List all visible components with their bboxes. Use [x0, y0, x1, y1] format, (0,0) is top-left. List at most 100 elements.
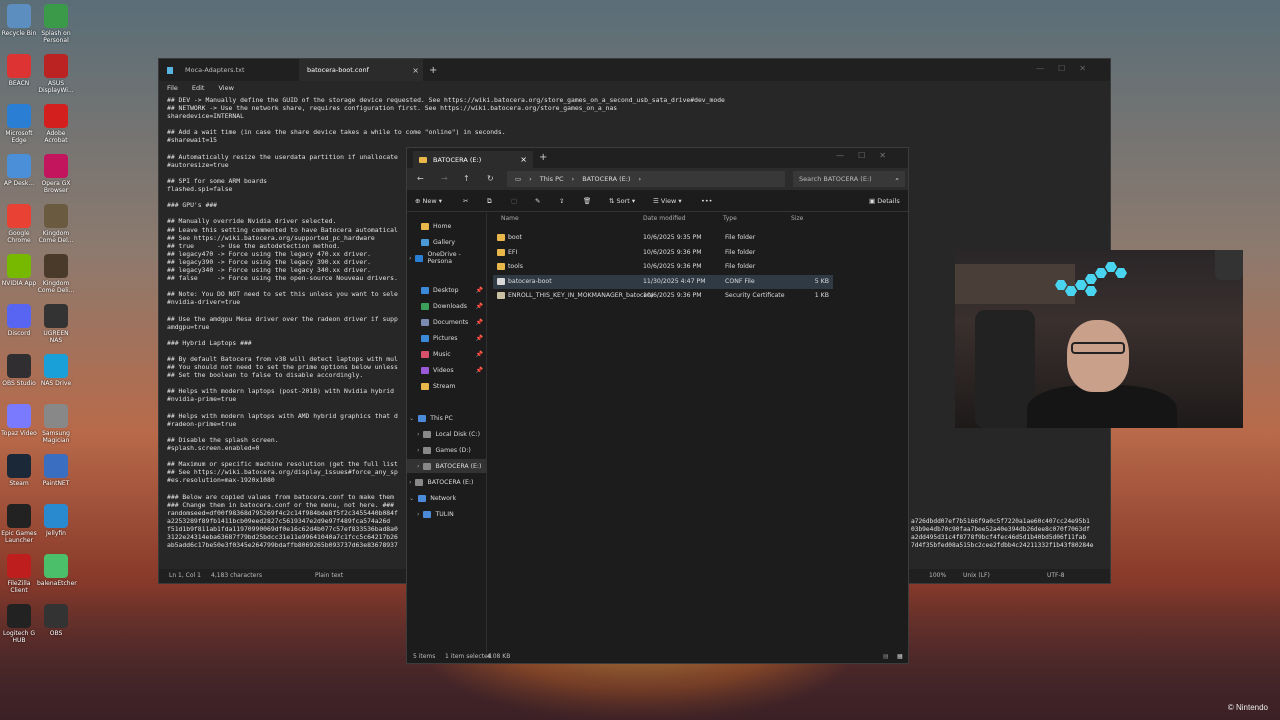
- nav-item[interactable]: Pictures 📌: [407, 331, 487, 345]
- desktop-icon[interactable]: PaintNET: [37, 454, 75, 487]
- new-tab-button[interactable]: +: [423, 65, 443, 76]
- nav-item[interactable]: Stream: [407, 379, 487, 393]
- desktop-icon[interactable]: Google Chrome: [0, 204, 38, 244]
- desktop-icon[interactable]: Logitech G HUB: [0, 604, 38, 644]
- column-header-date[interactable]: Date modified: [643, 215, 686, 227]
- nav-item[interactable]: › TULIN: [407, 507, 487, 521]
- rename-icon[interactable]: ✎: [535, 197, 540, 205]
- nav-item[interactable]: Music 📌: [407, 347, 487, 361]
- window-controls[interactable]: —☐✕: [1036, 64, 1100, 73]
- back-arrow-icon[interactable]: ←: [417, 174, 424, 183]
- nav-item[interactable]: › BATOCERA (E:): [407, 459, 487, 473]
- nav-item[interactable]: › BATOCERA (E:): [407, 475, 487, 489]
- chevron-down-icon[interactable]: ⌄: [409, 415, 414, 422]
- tab-moca-adapters[interactable]: Moca-Adapters.txt: [159, 59, 299, 81]
- refresh-icon[interactable]: ↻: [487, 174, 494, 183]
- share-icon[interactable]: ⇪: [559, 197, 564, 205]
- breadcrumb-drive[interactable]: BATOCERA (E:): [582, 175, 630, 183]
- desktop-icon[interactable]: Jellyfin: [37, 504, 75, 537]
- desktop-icon[interactable]: Recycle Bin: [0, 4, 38, 37]
- desktop-icon[interactable]: Samsung Magician: [37, 404, 75, 444]
- chevron-right-icon: ›: [571, 175, 575, 183]
- chevron-right-icon[interactable]: ›: [409, 479, 411, 486]
- file-row[interactable]: tools 10/6/2025 9:36 PM File folder: [493, 260, 833, 274]
- close-tab-icon[interactable]: ×: [412, 66, 419, 75]
- nav-item[interactable]: › Games (D:): [407, 443, 487, 457]
- file-row[interactable]: boot 10/6/2025 9:35 PM File folder: [493, 231, 833, 245]
- desktop-icon[interactable]: balenaEtcher: [37, 554, 77, 587]
- desktop-icon[interactable]: Splash on Personal: [37, 4, 75, 44]
- nav-item[interactable]: ⌄ This PC: [407, 411, 487, 425]
- column-header-type[interactable]: Type: [723, 215, 737, 227]
- desktop-icon[interactable]: Epic Games Launcher: [0, 504, 38, 544]
- tiles-view-icon[interactable]: ▦: [897, 653, 903, 660]
- view-button[interactable]: ☰ View ▾: [653, 197, 682, 205]
- explorer-tab[interactable]: BATOCERA (E:) ×: [413, 151, 533, 168]
- nav-item[interactable]: Gallery: [407, 235, 487, 249]
- search-input[interactable]: Search BATOCERA (E:) ⌕: [793, 171, 905, 187]
- menu-edit[interactable]: Edit: [192, 84, 205, 92]
- nav-item[interactable]: › Local Disk (C:): [407, 427, 487, 441]
- nav-item-label: Home: [433, 222, 452, 230]
- chevron-right-icon[interactable]: ›: [417, 447, 419, 454]
- desktop-icon[interactable]: Discord: [0, 304, 38, 337]
- nav-item[interactable]: Videos 📌: [407, 363, 487, 377]
- paste-icon[interactable]: ▢: [511, 197, 517, 205]
- desktop-icon[interactable]: UGREEN NAS: [37, 304, 75, 344]
- more-options-button[interactable]: •••: [701, 197, 713, 205]
- chevron-right-icon[interactable]: ›: [417, 511, 419, 518]
- forward-arrow-icon[interactable]: →: [441, 174, 448, 183]
- chevron-down-icon[interactable]: ⌄: [409, 495, 414, 502]
- desktop-icon-label: Opera GX Browser: [41, 180, 71, 194]
- desktop-icon[interactable]: OBS Studio: [0, 354, 38, 387]
- column-header-name[interactable]: Name: [501, 215, 519, 227]
- file-row[interactable]: batocera-boot 11/30/2025 4:47 PM CONF File…: [493, 274, 833, 289]
- desktop-icon[interactable]: Topaz Video: [0, 404, 38, 437]
- breadcrumb[interactable]: ▭ › This PC › BATOCERA (E:) ›: [507, 171, 785, 187]
- nav-item[interactable]: Downloads 📌: [407, 299, 487, 313]
- breadcrumb-this-pc[interactable]: This PC: [540, 175, 564, 183]
- nav-item[interactable]: Home: [407, 219, 487, 233]
- tab-batocera-boot[interactable]: batocera-boot.conf ×: [299, 59, 423, 81]
- nav-item[interactable]: Documents 📌: [407, 315, 487, 329]
- desktop-icon[interactable]: AP Desk...: [0, 154, 38, 187]
- menu-file[interactable]: File: [167, 84, 178, 92]
- desktop-icon[interactable]: Kingdom Come Del...: [37, 204, 75, 244]
- chevron-right-icon[interactable]: ›: [417, 463, 419, 470]
- desktop-icon[interactable]: NAS Drive: [37, 354, 75, 387]
- desktop-icon[interactable]: ASUS DisplayWi...: [37, 54, 75, 94]
- cut-icon[interactable]: ✂: [463, 197, 468, 205]
- delete-icon[interactable]: 🗑: [583, 197, 591, 205]
- desktop-icon[interactable]: BEACN: [0, 54, 38, 87]
- new-tab-button[interactable]: +: [539, 152, 547, 163]
- desktop-icon[interactable]: Opera GX Browser: [37, 154, 75, 194]
- desktop-icon[interactable]: Microsoft Edge: [0, 104, 38, 144]
- desktop-icon-label: Splash on Personal: [41, 30, 71, 44]
- text-line: ## DEV -> Manually define the GUID of th…: [167, 96, 725, 104]
- new-button[interactable]: ⊕ New ▾: [415, 197, 442, 205]
- chevron-right-icon[interactable]: ›: [417, 431, 419, 438]
- nav-item[interactable]: ⌄ Network: [407, 491, 487, 505]
- details-view-icon[interactable]: ▤: [883, 653, 889, 660]
- copy-icon[interactable]: ⧉: [487, 197, 492, 206]
- app-icon: [44, 104, 68, 128]
- chevron-right-icon[interactable]: ›: [409, 255, 411, 262]
- desktop-icon[interactable]: Steam: [0, 454, 38, 487]
- desktop-icon[interactable]: NVIDIA App: [0, 254, 38, 287]
- desktop-icon[interactable]: OBS: [37, 604, 75, 637]
- file-row[interactable]: EFI 10/6/2025 9:36 PM File folder: [493, 246, 833, 260]
- desktop-icon[interactable]: Kingdom Come Deli...: [37, 254, 75, 294]
- column-header-size[interactable]: Size: [791, 215, 803, 227]
- up-arrow-icon[interactable]: ↑: [463, 174, 470, 183]
- details-button[interactable]: ▣ Details: [869, 197, 900, 205]
- nav-item[interactable]: Desktop 📌: [407, 283, 487, 297]
- menu-view[interactable]: View: [218, 84, 233, 92]
- window-controls[interactable]: —☐✕: [836, 151, 900, 160]
- app-icon: [44, 254, 68, 278]
- file-row[interactable]: ENROLL_THIS_KEY_IN_MOKMANAGER_batocera 10…: [493, 289, 833, 303]
- desktop-icon[interactable]: FileZilla Client: [0, 554, 38, 594]
- close-tab-icon[interactable]: ×: [520, 155, 527, 164]
- desktop-icon[interactable]: Adobe Acrobat: [37, 104, 75, 144]
- nav-item[interactable]: › OneDrive - Persona: [407, 251, 487, 265]
- sort-button[interactable]: ⇅ Sort ▾: [609, 197, 635, 205]
